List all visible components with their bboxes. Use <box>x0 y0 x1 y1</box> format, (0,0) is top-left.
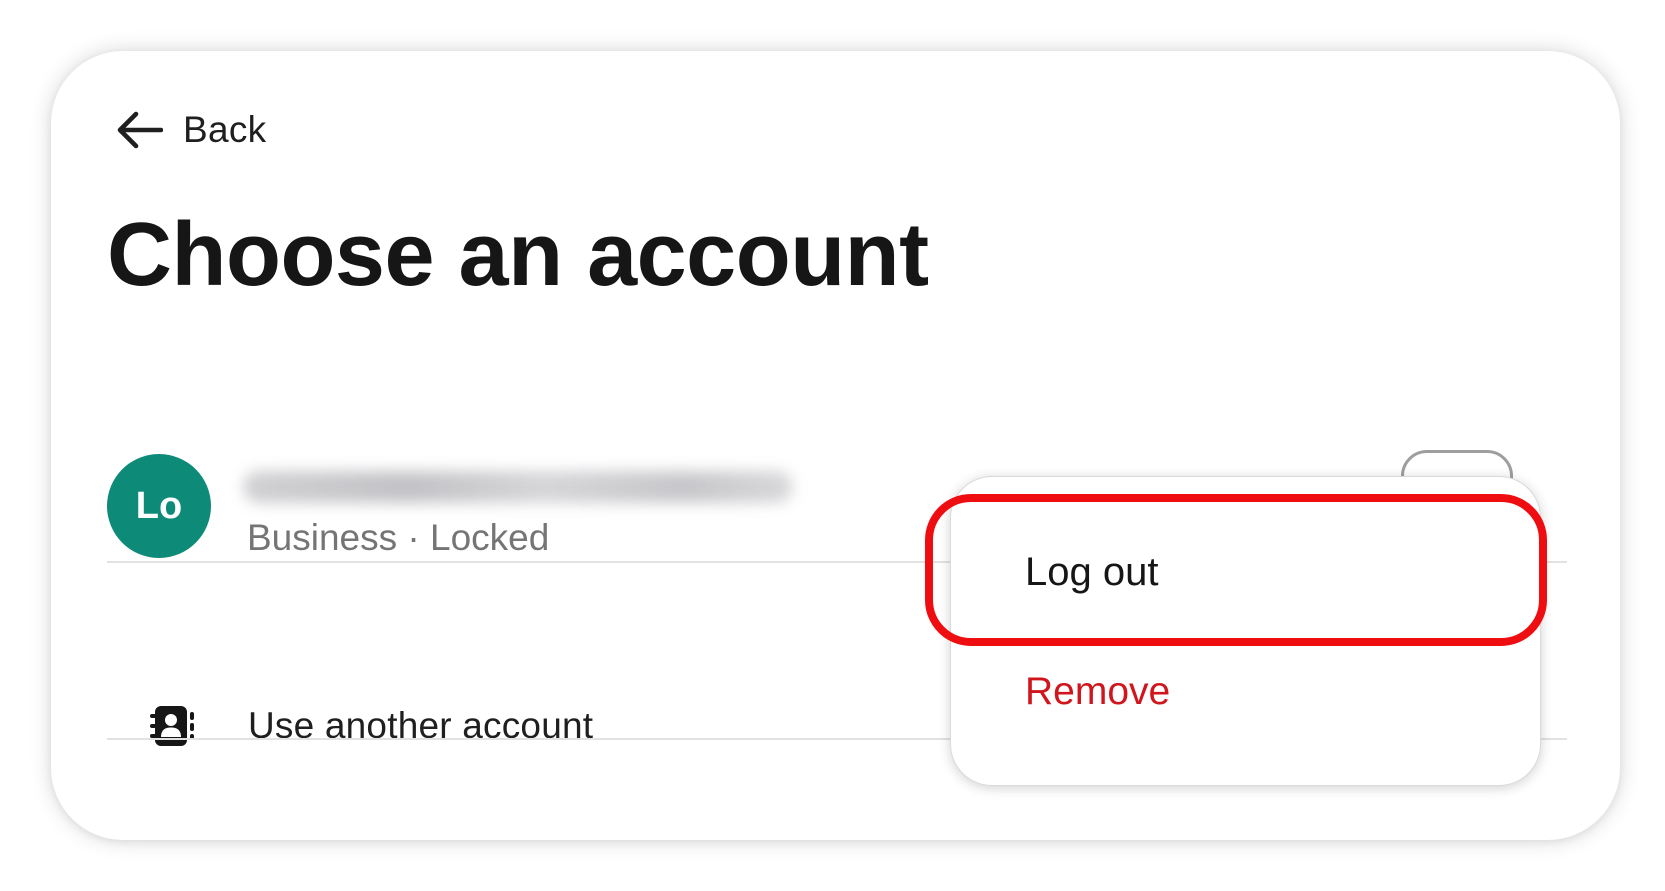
avatar: Lo <box>107 454 211 558</box>
account-status: Business · Locked <box>247 517 550 558</box>
back-button[interactable]: Back <box>115 105 266 155</box>
log-out-menu-item[interactable]: Log out <box>951 522 1540 622</box>
use-another-account-label: Use another account <box>248 705 594 746</box>
page-title: Choose an account <box>107 205 929 305</box>
account-options-menu: Log out Remove <box>950 476 1541 786</box>
arrow-left-icon <box>115 110 163 150</box>
screen: Back Choose an account Lo Business · Loc… <box>0 0 1665 891</box>
contact-book-icon <box>137 691 207 761</box>
remove-menu-item[interactable]: Remove <box>951 642 1540 742</box>
account-email-redacted <box>243 471 793 503</box>
back-label: Back <box>183 109 267 150</box>
